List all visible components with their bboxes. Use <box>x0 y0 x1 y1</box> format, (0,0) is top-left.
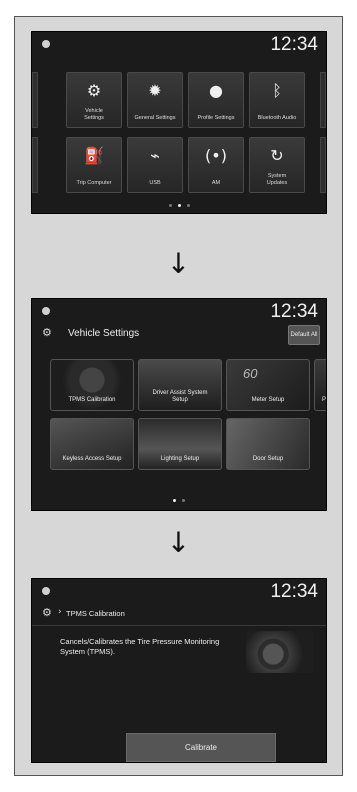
bluetooth-icon: ᛒ <box>272 81 282 100</box>
status-icon <box>42 307 50 315</box>
tile-driver-assist-system-setup[interactable]: Driver Assist System Setup <box>138 359 222 411</box>
tile-label: Keyless Access Setup <box>62 456 122 462</box>
edge-tile-left <box>32 137 38 193</box>
tile-am[interactable]: (•) AM <box>188 137 244 193</box>
tile-label: System Updates <box>266 173 288 186</box>
vehicle-settings-icon: ⚙ <box>42 606 52 619</box>
page-dot <box>168 204 172 207</box>
screen-header: ⚙ Vehicle Settings Default All <box>32 323 326 347</box>
tile-label: Vehicle Settings <box>84 108 104 121</box>
status-bar: 12:34 <box>32 299 326 323</box>
calibrate-button[interactable]: Calibrate <box>126 733 276 762</box>
page-indicator <box>32 499 326 502</box>
vehicle-settings-icon: ⚙ <box>86 81 102 100</box>
tile-bluetooth-audio[interactable]: ᛒ Bluetooth Audio <box>249 72 305 128</box>
fuel-icon: ⛽ <box>84 146 104 165</box>
divider <box>32 625 326 626</box>
page-dot <box>182 499 185 502</box>
page-dot-active <box>173 499 176 502</box>
tire-thumbnail-image <box>246 631 314 673</box>
chevron-right-icon: › <box>58 607 62 617</box>
clock: 12:34 <box>270 581 318 602</box>
tile-label: Bluetooth Audio <box>257 115 297 121</box>
tile-lighting-setup[interactable]: Lighting Setup <box>138 418 222 470</box>
tile-door-setup[interactable]: Door Setup <box>226 418 310 470</box>
page-indicator <box>32 204 326 207</box>
edge-tile-right <box>320 137 326 193</box>
page-dot <box>186 204 190 207</box>
tile-meter-setup[interactable]: 60 Meter Setup <box>226 359 310 411</box>
home-screen: 12:34 ⚙ Vehicle Settings ✹ General Setti… <box>31 31 327 214</box>
tile-label: TPMS Calibration <box>68 397 116 403</box>
meter-reading: 60 <box>243 366 258 381</box>
usb-icon: ⌁ <box>150 146 160 165</box>
tile-trip-computer[interactable]: ⛽ Trip Computer <box>66 137 122 193</box>
tile-profile-settings[interactable]: ● Profile Settings <box>188 72 244 128</box>
tile-label: P <box>321 397 326 403</box>
tile-system-updates[interactable]: ↻ System Updates <box>249 137 305 193</box>
profile-icon: ● <box>209 81 223 100</box>
status-icon <box>42 587 50 595</box>
tile-partial[interactable]: P <box>314 359 326 411</box>
status-bar: 12:34 <box>32 32 326 56</box>
figure-frame: 12:34 ⚙ Vehicle Settings ✹ General Setti… <box>14 16 343 776</box>
edge-tile-left <box>32 72 38 128</box>
tile-usb[interactable]: ⌁ USB <box>127 137 183 193</box>
tile-label: Trip Computer <box>76 180 112 186</box>
default-all-button[interactable]: Default All <box>288 325 320 345</box>
tile-tpms-calibration[interactable]: TPMS Calibration <box>50 359 134 411</box>
tile-label: Lighting Setup <box>160 456 200 462</box>
tile-label: General Settings <box>134 115 176 121</box>
status-bar: 12:34 <box>32 579 326 603</box>
flow-arrow: ↓ <box>166 526 191 559</box>
tile-keyless-access-setup[interactable]: Keyless Access Setup <box>50 418 134 470</box>
tile-vehicle-settings[interactable]: ⚙ Vehicle Settings <box>66 72 122 128</box>
status-icon <box>42 40 50 48</box>
flow-arrow: ↓ <box>166 247 191 280</box>
tile-label: AM <box>211 180 221 186</box>
gear-icon: ✹ <box>148 81 162 100</box>
tpms-calibration-screen: 12:34 ⚙ › TPMS Calibration Cancels/Calib… <box>31 578 327 763</box>
screen-header: ⚙ › TPMS Calibration <box>32 603 326 625</box>
refresh-icon: ↻ <box>270 146 284 165</box>
page-title: Vehicle Settings <box>68 328 140 339</box>
vehicle-settings-screen: 12:34 ⚙ Vehicle Settings Default All TPM… <box>31 298 327 511</box>
tile-label: Profile Settings <box>197 115 235 121</box>
description-text: Cancels/Calibrates the Tire Pressure Mon… <box>60 637 220 656</box>
tile-general-settings[interactable]: ✹ General Settings <box>127 72 183 128</box>
page-title: TPMS Calibration <box>66 609 125 618</box>
page-dot-active <box>177 204 181 207</box>
vehicle-settings-icon: ⚙ <box>42 326 52 339</box>
tile-label: Driver Assist System Setup <box>152 390 208 403</box>
clock: 12:34 <box>270 301 318 322</box>
tile-label: Door Setup <box>252 456 284 462</box>
edge-tile-right <box>320 72 326 128</box>
tile-label: USB <box>149 180 161 186</box>
clock: 12:34 <box>270 34 318 55</box>
antenna-icon: (•) <box>205 146 227 165</box>
tile-label: Meter Setup <box>251 397 285 403</box>
